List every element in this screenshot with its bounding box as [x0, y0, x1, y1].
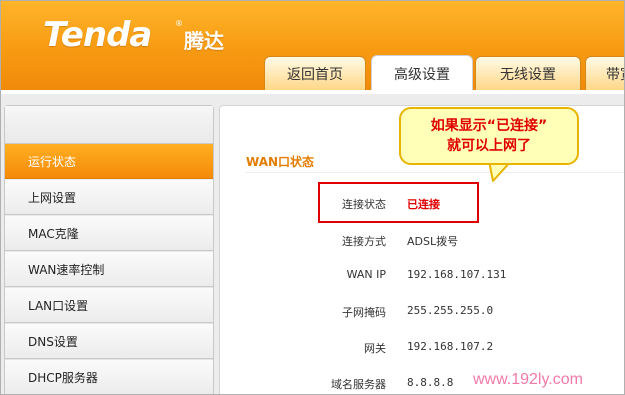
tenda-logo: Tenda — [43, 15, 152, 55]
label-subnet-mask: 子网掩码 — [342, 306, 386, 319]
value-connection-type: ADSL拨号 — [407, 235, 459, 248]
header-divider — [1, 90, 624, 94]
label-dns-server: 域名服务器 — [331, 378, 386, 391]
label-gateway: 网关 — [364, 342, 386, 355]
sidebar: 运行状态 上网设置 MAC克隆 WAN速率控制 LAN口设置 DNS设置 DHC… — [4, 105, 214, 394]
tab-bandwidth[interactable]: 带宽 — [585, 56, 624, 91]
sidebar-top-spacer — [5, 106, 213, 144]
label-connection-type: 连接方式 — [342, 235, 386, 248]
section-title: WAN口状态 — [246, 155, 315, 169]
sidebar-item-dns-settings[interactable]: DNS设置 — [5, 324, 213, 359]
sidebar-item-dhcp-server[interactable]: DHCP服务器 — [5, 360, 213, 394]
sidebar-item-lan-settings[interactable]: LAN口设置 — [5, 288, 213, 323]
callout-annotation: 如果显示“已连接” 就可以上网了 — [399, 107, 579, 165]
registered-mark: ® — [175, 19, 183, 28]
header-bar: Tenda ® 腾达 返回首页 高级设置 无线设置 带宽 — [1, 1, 624, 92]
value-wan-ip: 192.168.107.131 — [407, 268, 507, 281]
callout-line2: 就可以上网了 — [447, 138, 531, 154]
sidebar-item-wan-rate-control[interactable]: WAN速率控制 — [5, 252, 213, 287]
watermark: www.192ly.com — [473, 371, 583, 388]
sidebar-item-internet-settings[interactable]: 上网设置 — [5, 180, 213, 215]
label-wan-ip: WAN IP — [346, 268, 386, 281]
callout-line1: 如果显示“已连接” — [430, 118, 548, 134]
sidebar-item-run-status[interactable]: 运行状态 — [5, 144, 213, 179]
sidebar-item-mac-clone[interactable]: MAC克隆 — [5, 216, 213, 251]
value-gateway: 192.168.107.2 — [407, 340, 494, 353]
section-divider — [246, 172, 624, 173]
tenda-logo-cn: 腾达 — [184, 29, 224, 53]
status-highlight-box — [318, 182, 479, 223]
router-admin-window: Tenda ® 腾达 返回首页 高级设置 无线设置 带宽 运行状态 上网设置 M… — [0, 0, 625, 395]
value-subnet-mask: 255.255.255.0 — [407, 304, 494, 317]
tab-home[interactable]: 返回首页 — [264, 56, 366, 91]
value-dns-server: 8.8.8.8 — [407, 376, 454, 389]
tab-wireless-settings[interactable]: 无线设置 — [475, 56, 581, 91]
tab-advanced-settings[interactable]: 高级设置 — [371, 55, 473, 92]
